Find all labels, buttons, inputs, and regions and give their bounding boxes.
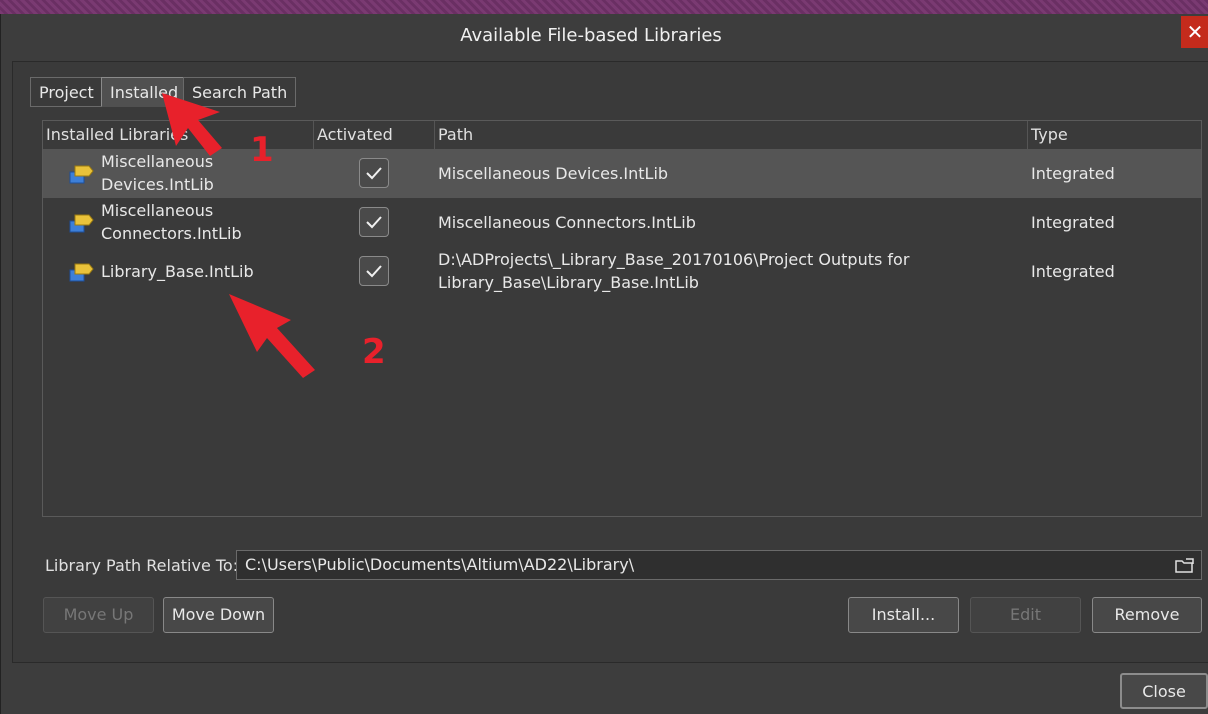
activated-checkbox[interactable] <box>359 158 389 188</box>
column-header-path[interactable]: Path <box>435 121 1028 149</box>
library-name: Library_Base.IntLib <box>101 262 254 281</box>
library-icon <box>69 263 94 282</box>
library-icon <box>69 214 94 233</box>
check-icon <box>366 167 382 180</box>
close-button[interactable]: Close <box>1120 673 1208 709</box>
installed-libraries-grid: Installed Libraries Activated Path Type … <box>42 120 1202 517</box>
column-header-activated[interactable]: Activated <box>314 121 435 149</box>
edit-button[interactable]: Edit <box>970 597 1081 633</box>
move-down-button[interactable]: Move Down <box>163 597 274 633</box>
library-path-relative-field[interactable]: C:\Users\Public\Documents\Altium\AD22\Li… <box>236 550 1202 580</box>
activated-checkbox[interactable] <box>359 256 389 286</box>
check-icon <box>366 265 382 278</box>
remove-button[interactable]: Remove <box>1092 597 1202 633</box>
check-icon <box>366 216 382 229</box>
library-type: Integrated <box>1031 164 1115 183</box>
library-icon <box>69 165 94 184</box>
move-up-button[interactable]: Move Up <box>43 597 154 633</box>
window-title-strip <box>0 0 1208 14</box>
annotation-number-2: 2 <box>362 332 386 372</box>
tab-project[interactable]: Project <box>30 77 103 107</box>
library-type: Integrated <box>1031 213 1115 232</box>
column-header-type[interactable]: Type <box>1028 121 1201 149</box>
library-path-relative-value: C:\Users\Public\Documents\Altium\AD22\Li… <box>245 555 635 574</box>
library-name: Miscellaneous Connectors.IntLib <box>101 201 242 243</box>
table-row[interactable]: Library_Base.IntLib D:\ADProjects\_Libra… <box>43 247 1201 296</box>
annotation-arrow-1 <box>162 93 222 156</box>
install-button[interactable]: Install... <box>848 597 959 633</box>
library-path-relative-label: Library Path Relative To: <box>45 556 239 575</box>
close-window-button[interactable]: ✕ <box>1181 16 1208 48</box>
dialog-title: Available File-based Libraries <box>460 25 722 46</box>
library-type: Integrated <box>1031 262 1115 281</box>
activated-checkbox[interactable] <box>359 207 389 237</box>
library-path: D:\ADProjects\_Library_Base_20170106\Pro… <box>438 250 910 292</box>
table-row[interactable]: Miscellaneous Connectors.IntLib Miscellan… <box>43 198 1201 247</box>
library-path: Miscellaneous Devices.IntLib <box>438 164 669 183</box>
folder-open-icon[interactable] <box>1174 556 1196 576</box>
annotation-arrow-2 <box>229 294 315 378</box>
library-path: Miscellaneous Connectors.IntLib <box>438 213 696 232</box>
annotation-number-1: 1 <box>250 130 274 170</box>
